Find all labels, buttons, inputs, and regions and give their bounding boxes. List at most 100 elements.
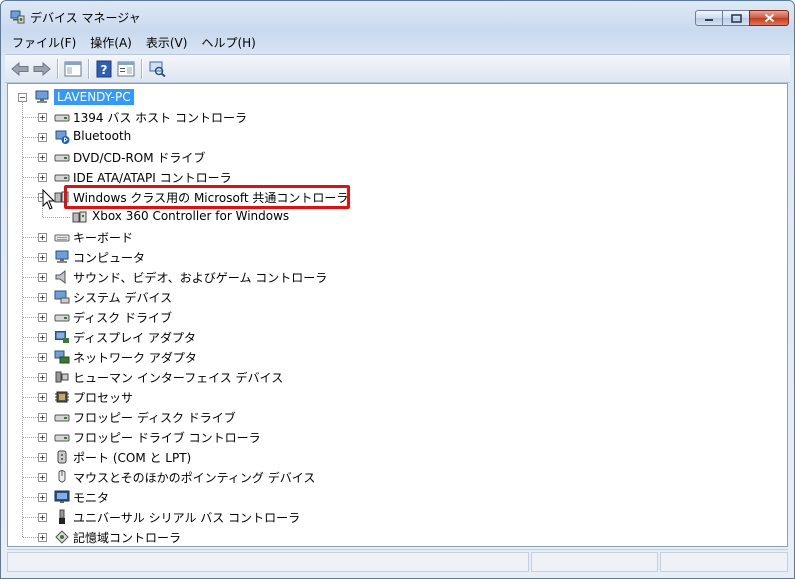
expand-toggle-icon[interactable]: + bbox=[38, 513, 47, 522]
floppy-controller-icon bbox=[54, 429, 70, 445]
expand-toggle-icon[interactable]: + bbox=[38, 433, 47, 442]
expand-toggle-icon[interactable]: + bbox=[38, 313, 47, 322]
show-hide-tree-button[interactable] bbox=[62, 58, 84, 80]
tree-category-row[interactable]: + システム デバイス bbox=[8, 287, 768, 307]
tree-category-label[interactable]: フロッピー ディスク ドライブ bbox=[73, 409, 236, 426]
tree-connector bbox=[23, 197, 38, 198]
menu-file[interactable]: ファイル(F) bbox=[5, 32, 83, 53]
tree-category-label[interactable]: ネットワーク アダプタ bbox=[73, 349, 197, 366]
maximize-button[interactable] bbox=[722, 10, 750, 26]
properties-button[interactable] bbox=[115, 58, 137, 80]
expand-toggle-icon[interactable]: + bbox=[38, 413, 47, 422]
tree-device-label[interactable]: Xbox 360 Controller for Windows bbox=[92, 209, 289, 223]
tree-category-row[interactable]: + キーボード bbox=[8, 227, 768, 247]
expand-toggle-icon[interactable]: + bbox=[38, 493, 47, 502]
close-button[interactable] bbox=[749, 10, 789, 26]
status-pane-3 bbox=[660, 552, 788, 572]
expand-toggle-icon[interactable]: + bbox=[38, 153, 47, 162]
expand-toggle-icon[interactable]: + bbox=[38, 373, 47, 382]
back-button[interactable] bbox=[9, 58, 31, 80]
tree-category-row[interactable]: + Bluetooth bbox=[8, 127, 768, 147]
menu-action[interactable]: 操作(A) bbox=[83, 32, 139, 53]
expand-toggle-icon[interactable]: + bbox=[38, 533, 47, 542]
tree-root-label[interactable]: LAVENDY-PC bbox=[54, 89, 134, 105]
expand-toggle-icon[interactable]: + bbox=[38, 393, 47, 402]
tree-device-row[interactable]: Xbox 360 Controller for Windows bbox=[8, 201, 768, 227]
tree-connector bbox=[23, 117, 38, 118]
keyboard-icon bbox=[54, 229, 70, 245]
tree-category-label[interactable]: 記憶域コントローラ bbox=[73, 529, 181, 546]
tree-category-label[interactable]: プロセッサ bbox=[73, 389, 133, 406]
tree-category-label[interactable]: モニタ bbox=[73, 489, 109, 506]
tree-category-row[interactable]: + サウンド、ビデオ、およびゲーム コントローラ bbox=[8, 267, 768, 287]
tree-category-label[interactable]: ディスク ドライブ bbox=[73, 309, 172, 326]
status-pane-2 bbox=[531, 552, 658, 572]
toolbar-separator bbox=[141, 58, 142, 79]
expand-toggle-icon[interactable]: + bbox=[38, 173, 47, 182]
tree-category-row[interactable]: + フロッピー ディスク ドライブ bbox=[8, 407, 768, 427]
tree-category-label[interactable]: ユニバーサル シリアル バス コントローラ bbox=[73, 509, 300, 526]
expand-toggle-icon[interactable]: + bbox=[38, 273, 47, 282]
tree-category-row[interactable]: + ポート (COM と LPT) bbox=[8, 447, 768, 467]
minimize-button[interactable] bbox=[695, 10, 723, 26]
tree-connector bbox=[23, 377, 38, 378]
tree-category-row[interactable]: + ディスク ドライブ bbox=[8, 307, 768, 327]
tree-category-label[interactable]: ヒューマン インターフェイス デバイス bbox=[73, 369, 283, 386]
computer-icon bbox=[54, 249, 70, 265]
tree-category-label[interactable]: サウンド、ビデオ、およびゲーム コントローラ bbox=[73, 269, 327, 286]
tree-category-row[interactable]: + フロッピー ドライブ コントローラ bbox=[8, 427, 768, 447]
expand-toggle-icon[interactable]: + bbox=[38, 473, 47, 482]
mouse-icon bbox=[54, 469, 70, 485]
expand-toggle-icon[interactable]: + bbox=[38, 233, 47, 242]
tree-category-row[interactable]: + ユニバーサル シリアル バス コントローラ bbox=[8, 507, 768, 527]
tree-category-label[interactable]: 1394 バス ホスト コントローラ bbox=[73, 109, 247, 126]
tree-category-label[interactable]: システム デバイス bbox=[73, 289, 172, 306]
tree-category-row[interactable]: + IDE ATA/ATAPI コントローラ bbox=[8, 167, 768, 187]
tree-category-label[interactable]: コンピュータ bbox=[73, 249, 145, 266]
tree-category-label[interactable]: ディスプレイ アダプタ bbox=[73, 329, 196, 346]
tree-category-row[interactable]: +1394 バス ホスト コントローラ bbox=[8, 107, 768, 127]
tree-category-row[interactable]: + コンピュータ bbox=[8, 247, 768, 267]
tree-category-row[interactable]: + モニタ bbox=[8, 487, 768, 507]
tree-category-label[interactable]: IDE ATA/ATAPI コントローラ bbox=[73, 169, 232, 186]
expand-toggle-icon[interactable]: + bbox=[38, 353, 47, 362]
tree-category-row[interactable]: + マウスとそのほかのポインティング デバイス bbox=[8, 467, 768, 487]
tree-category-row[interactable]: + プロセッサ bbox=[8, 387, 768, 407]
menu-view[interactable]: 表示(V) bbox=[139, 32, 195, 53]
title-bar[interactable]: デバイス マネージャ bbox=[1, 1, 794, 33]
tree-category-label[interactable]: Bluetooth bbox=[73, 129, 131, 143]
tree-category-label[interactable]: DVD/CD-ROM ドライブ bbox=[73, 149, 205, 166]
tree-category-row[interactable]: + 記憶域コントローラ bbox=[8, 527, 768, 546]
usb-icon bbox=[54, 509, 70, 525]
tree-category-row[interactable]: + ヒューマン インターフェイス デバイス bbox=[8, 367, 768, 387]
expand-toggle-icon[interactable]: + bbox=[38, 253, 47, 262]
expand-toggle-icon[interactable]: + bbox=[38, 293, 47, 302]
toolbar-separator bbox=[57, 58, 58, 79]
tree-category-row[interactable]: + ディスプレイ アダプタ bbox=[8, 327, 768, 347]
tree-connector bbox=[23, 417, 38, 418]
system-device-icon bbox=[54, 289, 70, 305]
tree-category-row[interactable]: + DVD/CD-ROM ドライブ bbox=[8, 147, 768, 167]
tree-category-row[interactable]: + ネットワーク アダプタ bbox=[8, 347, 768, 367]
tree-category-label[interactable]: ポート (COM と LPT) bbox=[73, 449, 191, 466]
status-bar bbox=[7, 549, 788, 572]
hid-icon bbox=[54, 369, 70, 385]
forward-button[interactable] bbox=[31, 58, 53, 80]
status-pane-main bbox=[7, 552, 529, 572]
tree-connector bbox=[23, 157, 38, 158]
tree-category-label[interactable]: マウスとそのほかのポインティング デバイス bbox=[73, 469, 315, 486]
menu-help[interactable]: ヘルプ(H) bbox=[194, 32, 262, 53]
window-controls bbox=[695, 10, 789, 28]
tree-connector bbox=[23, 137, 38, 138]
tree-connector bbox=[23, 457, 38, 458]
expand-toggle-icon[interactable]: + bbox=[38, 133, 47, 142]
scan-hardware-button[interactable] bbox=[146, 58, 168, 80]
expand-toggle-icon[interactable]: + bbox=[38, 333, 47, 342]
tree-connector bbox=[23, 517, 38, 518]
expand-toggle-icon[interactable]: + bbox=[38, 453, 47, 462]
tree-category-label[interactable]: キーボード bbox=[73, 229, 133, 246]
help-button[interactable]: ? bbox=[93, 58, 115, 80]
expand-toggle-icon[interactable]: + bbox=[38, 113, 47, 122]
tree-category-label[interactable]: フロッピー ドライブ コントローラ bbox=[73, 429, 261, 446]
forward-arrow-icon bbox=[33, 61, 51, 76]
